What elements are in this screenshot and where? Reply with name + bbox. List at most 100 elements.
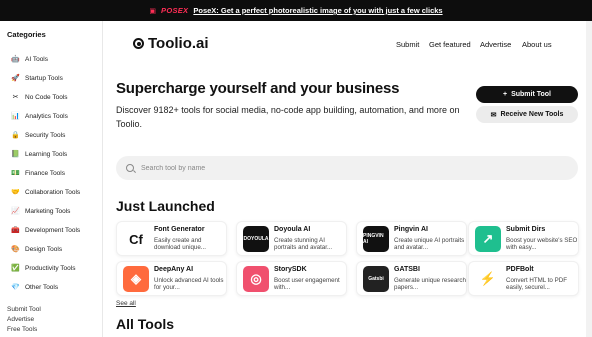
lock-icon: 🔒 bbox=[11, 132, 20, 139]
robot-icon: 🤖 bbox=[11, 56, 20, 63]
deepany-logo-icon: ◈ bbox=[123, 266, 149, 292]
plus-icon: + bbox=[502, 91, 508, 98]
hero-title: Supercharge yourself and your business bbox=[116, 80, 400, 97]
gatsbi-logo-icon: Gatsbi bbox=[363, 266, 389, 292]
submit-tool-button[interactable]: + Submit Tool bbox=[476, 86, 578, 103]
tool-card-description: Generate unique research papers... bbox=[394, 277, 466, 292]
page-scrollbar[interactable] bbox=[586, 21, 592, 337]
sidebar-item-label: Collaboration Tools bbox=[25, 188, 81, 196]
sidebar-item-startup-tools[interactable]: 🚀 Startup Tools bbox=[11, 72, 63, 84]
tool-card-name: GATSBI bbox=[394, 266, 420, 273]
mail-icon: ✉ bbox=[490, 111, 497, 119]
sidebar-item-label: Marketing Tools bbox=[25, 207, 71, 215]
hero-subtitle: Discover 9182+ tools for social media, n… bbox=[116, 105, 460, 129]
logo-mark-icon bbox=[133, 38, 144, 49]
sidebar-item-design-tools[interactable]: 🎨 Design Tools bbox=[11, 243, 62, 255]
sidebar-item-security-tools[interactable]: 🔒 Security Tools bbox=[11, 129, 65, 141]
tool-card[interactable]: ◈ DeepAny AI Unlock advanced AI tools for … bbox=[116, 261, 227, 296]
tool-card-name: Font Generator bbox=[154, 226, 205, 233]
sidebar-links: Submit Tool Advertise Free Tools bbox=[7, 305, 41, 335]
sidebar-item-no-code-tools[interactable]: ✂ No Code Tools bbox=[11, 91, 68, 103]
tool-card[interactable]: PINGVIN AI Pingvin AI Create unique AI por… bbox=[356, 221, 467, 256]
tool-card-description: Boost user engagement with... bbox=[274, 277, 340, 292]
tool-card[interactable]: ⚡ PDFBolt Convert HTML to PDF easily, secu… bbox=[468, 261, 579, 296]
sidebar-item-other-tools[interactable]: 💎 Other Tools bbox=[11, 281, 58, 293]
sidebar-link-submit-tool[interactable]: Submit Tool bbox=[7, 305, 41, 315]
tool-card-description: Convert HTML to PDF easily, securel... bbox=[506, 277, 567, 292]
nav-about-us[interactable]: About us bbox=[522, 40, 552, 49]
receive-new-tools-button[interactable]: ✉ Receive New Tools bbox=[476, 106, 578, 123]
doyoula-logo-icon: DOYOULA bbox=[243, 226, 269, 252]
nav-submit[interactable]: Submit bbox=[396, 40, 419, 49]
tool-card-name: Submit Dirs bbox=[506, 226, 546, 233]
sidebar-item-label: Productivity Tools bbox=[25, 264, 76, 272]
see-all-link[interactable]: See all bbox=[116, 300, 136, 307]
sidebar-item-label: Other Tools bbox=[25, 283, 59, 291]
search-bar[interactable] bbox=[116, 156, 578, 180]
tool-card-name: StorySDK bbox=[274, 266, 307, 273]
chart-icon: 📊 bbox=[11, 113, 20, 120]
book-icon: 📗 bbox=[11, 151, 20, 158]
sidebar-item-label: Analytics Tools bbox=[25, 112, 68, 120]
tool-card-description: Create unique AI portraits and avatar... bbox=[394, 237, 465, 252]
tool-card-description: Unlock advanced AI tools for your... bbox=[154, 277, 224, 292]
tool-card[interactable]: DOYOULA Doyoula AI Create stunning AI port… bbox=[236, 221, 347, 256]
tool-card-description: Boost your website's SEO with easy... bbox=[506, 237, 578, 252]
trend-up-icon: ↗ bbox=[475, 226, 501, 252]
handshake-icon: 🤝 bbox=[11, 189, 20, 196]
search-icon bbox=[126, 164, 134, 172]
tool-card-description: Easily create and download unique... bbox=[154, 237, 206, 252]
sidebar-item-development-tools[interactable]: 🧰 Development Tools bbox=[11, 224, 80, 236]
receive-new-tools-label: Receive New Tools bbox=[500, 111, 564, 118]
sidebar-item-label: Finance Tools bbox=[25, 169, 65, 177]
logo-text: Toolio.ai bbox=[148, 35, 209, 52]
all-tools-title: All Tools bbox=[116, 316, 175, 332]
sidebar-item-finance-tools[interactable]: 💵 Finance Tools bbox=[11, 167, 65, 179]
sidebar-item-label: Security Tools bbox=[25, 131, 66, 139]
sidebar-item-label: AI Tools bbox=[25, 55, 49, 63]
lightning-bolt-icon: ⚡ bbox=[475, 266, 501, 292]
search-input[interactable] bbox=[141, 164, 441, 172]
sparkle-icon: 💎 bbox=[11, 284, 20, 291]
font-generator-icon: Cf bbox=[123, 226, 149, 252]
tool-card[interactable]: ◎ StorySDK Boost user engagement with... bbox=[236, 261, 347, 296]
tool-card[interactable]: Cf Font Generator Easily create and downlo… bbox=[116, 221, 227, 256]
rocket-icon: 🚀 bbox=[11, 75, 20, 82]
sidebar-item-label: Startup Tools bbox=[25, 74, 63, 82]
nav-advertise[interactable]: Advertise bbox=[480, 40, 511, 49]
tool-card-name: Pingvin AI bbox=[394, 226, 428, 233]
tool-card-description: Create stunning AI portraits and avatar.… bbox=[274, 237, 333, 252]
tool-card[interactable]: ↗ Submit Dirs Boost your website's SEO wit… bbox=[468, 221, 579, 256]
toolbox-icon: 🧰 bbox=[11, 227, 20, 234]
money-icon: 💵 bbox=[11, 170, 20, 177]
sidebar-title: Categories bbox=[7, 30, 46, 39]
sidebar-item-productivity-tools[interactable]: ✅ Productivity Tools bbox=[11, 262, 75, 274]
site-logo[interactable]: Toolio.ai bbox=[133, 35, 209, 52]
camera-icon: ▣ bbox=[149, 7, 157, 15]
tool-card-name: DeepAny AI bbox=[154, 266, 194, 273]
sidebar-item-label: Design Tools bbox=[25, 245, 63, 253]
sidebar-item-label: Development Tools bbox=[25, 226, 81, 234]
banner-link[interactable]: PoseX: Get a perfect photorealistic imag… bbox=[193, 6, 442, 15]
promo-banner[interactable]: ▣ POSEX PoseX: Get a perfect photorealis… bbox=[0, 0, 592, 21]
submit-tool-label: Submit Tool bbox=[511, 91, 551, 98]
sidebar-link-advertise[interactable]: Advertise bbox=[7, 315, 41, 325]
no-code-icon: ✂ bbox=[12, 94, 19, 101]
palette-icon: 🎨 bbox=[11, 246, 20, 253]
sidebar-link-free-tools[interactable]: Free Tools bbox=[7, 325, 41, 335]
tool-card-name: Doyoula AI bbox=[274, 226, 311, 233]
pingvin-logo-icon: PINGVIN AI bbox=[363, 226, 389, 252]
sidebar-item-ai-tools[interactable]: 🤖 AI Tools bbox=[11, 53, 48, 65]
sidebar-item-label: No Code Tools bbox=[25, 93, 68, 101]
sidebar-item-collaboration-tools[interactable]: 🤝 Collaboration Tools bbox=[11, 186, 80, 198]
just-launched-title: Just Launched bbox=[116, 198, 215, 214]
nav-get-featured[interactable]: Get featured bbox=[429, 40, 471, 49]
tool-card[interactable]: Gatsbi GATSBI Generate unique research pap… bbox=[356, 261, 467, 296]
tool-card-name: PDFBolt bbox=[506, 266, 534, 273]
sidebar-item-analytics-tools[interactable]: 📊 Analytics Tools bbox=[11, 110, 68, 122]
storysdk-logo-icon: ◎ bbox=[243, 266, 269, 292]
sidebar-item-marketing-tools[interactable]: 📈 Marketing Tools bbox=[11, 205, 70, 217]
sidebar-item-learning-tools[interactable]: 📗 Learning Tools bbox=[11, 148, 67, 160]
sidebar: Categories 🤖 AI Tools 🚀 Startup Tools ✂ No Co… bbox=[0, 21, 103, 337]
checkmark-icon: ✅ bbox=[11, 265, 20, 272]
